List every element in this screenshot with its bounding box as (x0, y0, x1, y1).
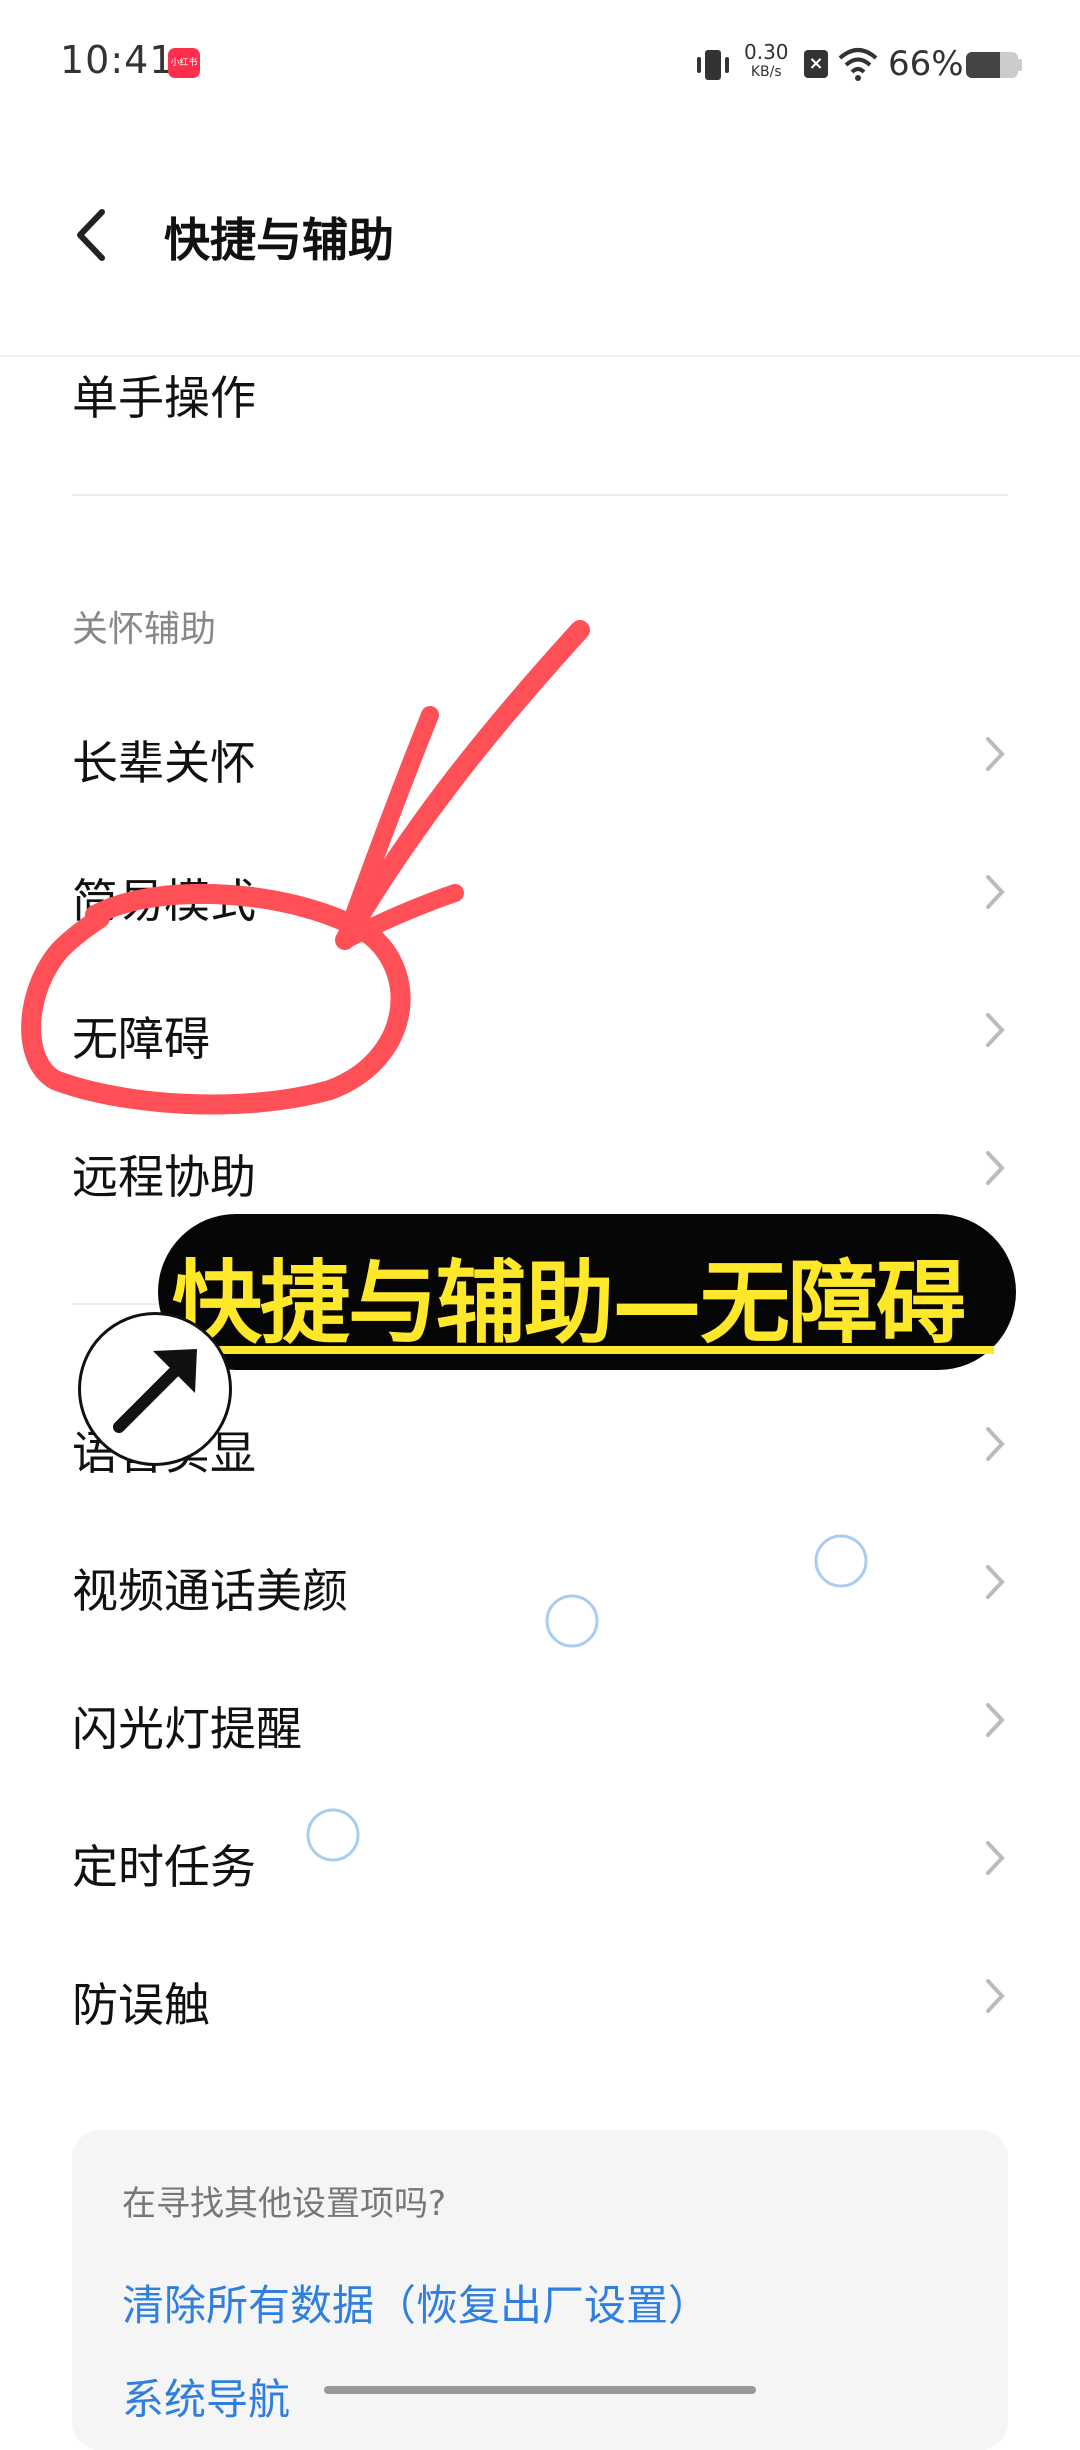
chevron-right-icon (986, 1013, 1005, 1047)
chevron-right-icon (986, 875, 1005, 909)
list-item-video-call-beauty[interactable]: 视频通话美颜 (0, 1513, 1080, 1651)
diagonal-arrow-icon (113, 1349, 197, 1433)
chevron-right-icon (986, 1427, 1005, 1461)
app-notification-icon: 小红书 (168, 48, 200, 78)
list-item-label: 视频通话美颜 (72, 1564, 348, 1618)
chevron-right-icon (986, 1841, 1005, 1875)
list-item-anti-mistouch[interactable]: 防误触 (0, 1927, 1080, 2065)
top-app-bar: 快捷与辅助 (0, 130, 1080, 357)
list-item-elder-care[interactable]: 长辈关怀 (0, 685, 1080, 823)
list-item-accessibility[interactable]: 无障碍 (0, 961, 1080, 1099)
list-item-label: 简易模式 (72, 874, 256, 928)
list-item-flash-alert[interactable]: 闪光灯提醒 (0, 1651, 1080, 1789)
list-item-label: 无障碍 (72, 1012, 210, 1066)
list-item-simple-mode[interactable]: 简易模式 (0, 823, 1080, 961)
battery-tip (1018, 59, 1022, 71)
no-sim-icon: × (804, 50, 828, 78)
list-item-label: 闪光灯提醒 (72, 1702, 302, 1756)
section-title-care: 关怀辅助 (72, 609, 217, 650)
caption-underline (188, 1346, 994, 1354)
factory-reset-link[interactable]: 清除所有数据（恢复出厂设置） (122, 2272, 710, 2333)
status-bar: 10:41 小红书 0.30 KB/s × 66% (0, 0, 1080, 130)
back-arrow-icon[interactable] (68, 200, 114, 270)
status-time: 10:41 (60, 38, 175, 82)
chevron-right-icon (986, 1703, 1005, 1737)
vibrate-icon (697, 50, 729, 80)
system-navigation-link[interactable]: 系统导航 (122, 2366, 290, 2427)
list-item-label: 定时任务 (72, 1840, 256, 1894)
home-indicator[interactable] (324, 2386, 756, 2394)
network-speed-value: 0.30 (744, 40, 789, 64)
page-title: 快捷与辅助 (164, 213, 394, 267)
caption-banner-text: 快捷与辅助—无障碍 (172, 1251, 966, 1356)
arrow-badge (78, 1312, 232, 1466)
chevron-right-icon (986, 1979, 1005, 2013)
network-speed-unit: KB/s (750, 64, 782, 80)
chevron-right-icon (986, 737, 1005, 771)
network-speed: 0.30 KB/s (744, 42, 789, 82)
chevron-right-icon (986, 1151, 1005, 1185)
battery-percent: 66% (888, 44, 964, 84)
list-item-label: 远程协助 (72, 1150, 256, 1204)
list-item-label: 防误触 (72, 1978, 210, 2032)
wifi-icon (838, 48, 878, 81)
chevron-right-icon (986, 1565, 1005, 1599)
list-item-scheduled-tasks[interactable]: 定时任务 (0, 1789, 1080, 1927)
list-item-label: 单手操作 (72, 371, 256, 425)
divider (72, 494, 1008, 496)
battery-fill (966, 52, 1001, 78)
search-suggestion-card: 在寻找其他设置项吗? 清除所有数据（恢复出厂设置） 系统导航 (72, 2130, 1008, 2450)
list-item-label: 长辈关怀 (72, 736, 256, 790)
battery-icon (966, 52, 1018, 78)
card-hint-text: 在寻找其他设置项吗? (122, 2184, 447, 2224)
